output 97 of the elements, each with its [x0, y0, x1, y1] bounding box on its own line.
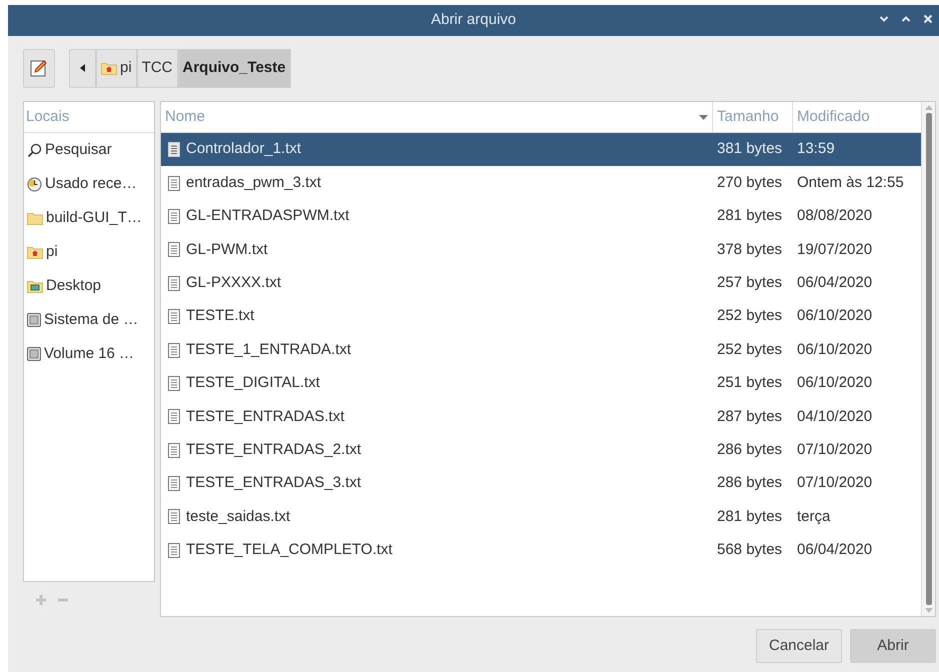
file-icon — [168, 542, 180, 558]
file-row[interactable]: TESTE.txt 252 bytes 06/10/2020 — [161, 300, 921, 334]
file-date: 07/10/2020 — [796, 440, 874, 460]
file-date: 08/08/2020 — [796, 206, 874, 226]
scroll-up-icon[interactable] — [924, 105, 932, 110]
sort-arrow-icon — [699, 114, 708, 120]
file-icon — [168, 242, 180, 258]
file-icon — [168, 309, 180, 324]
file-date: 06/04/2020 — [796, 273, 874, 293]
path-segment[interactable]: pi — [96, 48, 137, 88]
file-name: teste_saidas.txt — [186, 506, 290, 527]
file-name: TESTE_ENTRADAS_3.txt — [186, 473, 362, 494]
file-date: 19/07/2020 — [796, 240, 874, 260]
place-item[interactable]: build-GUI_T… — [24, 201, 154, 235]
edit-path-button[interactable] — [23, 48, 55, 88]
scrollbar[interactable] — [921, 102, 935, 616]
close-icon[interactable] — [923, 14, 933, 24]
file-row[interactable]: entradas_pwm_3.txt 270 bytes Ontem às 12:55 — [161, 166, 921, 200]
file-icon — [168, 476, 180, 492]
open-button[interactable]: Abrir — [850, 629, 936, 663]
left-arrow-icon — [80, 64, 85, 72]
scroll-down-icon[interactable] — [924, 608, 932, 613]
file-size: 286 bytes — [716, 473, 784, 494]
pencil-note-icon — [29, 58, 49, 78]
file-row[interactable]: TESTE_TELA_COMPLETO.txt 568 bytes 06/04/2020 — [161, 534, 921, 568]
file-name: TESTE_ENTRADAS_2.txt — [186, 440, 362, 460]
file-row[interactable]: TESTE_ENTRADAS_3.txt 286 bytes 07/10/2020 — [161, 466, 921, 500]
clock-icon — [27, 176, 42, 192]
file-row[interactable]: GL-PWM.txt 378 bytes 19/07/2020 — [161, 233, 921, 267]
file-name: GL-PWM.txt — [186, 240, 268, 260]
file-row[interactable]: teste_saidas.txt 281 bytes terça — [161, 500, 921, 534]
file-date: terça — [796, 506, 832, 527]
folder-icon — [27, 212, 43, 224]
file-row[interactable]: Controlador_1.txt 381 bytes 13:59 — [161, 133, 921, 166]
file-row[interactable]: GL-PXXXX.txt 257 bytes 06/04/2020 — [161, 266, 921, 300]
file-icon — [168, 142, 180, 158]
file-size: 381 bytes — [716, 139, 784, 160]
file-icon — [168, 176, 180, 191]
file-icon — [168, 208, 180, 224]
file-icon — [168, 509, 180, 524]
file-size: 252 bytes — [716, 306, 784, 326]
file-size: 281 bytes — [716, 206, 784, 226]
file-row[interactable]: TESTE_ENTRADAS_2.txt 286 bytes 07/10/2020 — [161, 434, 921, 467]
file-size: 281 bytes — [716, 506, 784, 527]
home-folder-icon — [101, 62, 117, 74]
file-date: Ontem às 12:55 — [796, 172, 905, 193]
file-name: Controlador_1.txt — [186, 139, 302, 160]
file-size: 251 bytes — [716, 373, 784, 394]
minimize-icon[interactable] — [879, 15, 889, 23]
file-name: TESTE.txt — [186, 306, 254, 326]
file-name: GL-PXXXX.txt — [186, 273, 282, 293]
column-header: Locais — [26, 106, 70, 127]
file-size: 378 bytes — [716, 240, 784, 260]
file-size: 568 bytes — [716, 540, 784, 560]
file-date: 13:59 — [796, 139, 836, 160]
place-item[interactable]: Sistema de … — [24, 303, 154, 337]
place-item[interactable]: Desktop — [24, 269, 154, 303]
file-size: 257 bytes — [716, 273, 784, 293]
place-item[interactable]: pi — [24, 235, 154, 269]
place-item[interactable]: Usado rece… — [24, 167, 154, 201]
place-item[interactable]: Volume 16 … — [24, 337, 154, 371]
file-date: 07/10/2020 — [796, 473, 874, 494]
path-segment[interactable]: Arquivo_Teste — [178, 48, 291, 88]
file-row[interactable]: TESTE_1_ENTRADA.txt 252 bytes 06/10/2020 — [161, 333, 921, 367]
file-name: TESTE_1_ENTRADA.txt — [186, 340, 352, 360]
file-date: 04/10/2020 — [796, 406, 874, 427]
desktop-folder-icon — [27, 280, 43, 292]
path-segment[interactable]: TCC — [136, 48, 178, 88]
file-date: 06/10/2020 — [796, 340, 874, 360]
file-row[interactable]: TESTE_ENTRADAS.txt 287 bytes 04/10/2020 — [161, 400, 921, 434]
file-name: TESTE_TELA_COMPLETO.txt — [186, 540, 392, 560]
file-size: 270 bytes — [716, 172, 784, 193]
search-icon — [27, 142, 42, 158]
file-name: TESTE_DIGITAL.txt — [186, 373, 320, 394]
file-date: 06/10/2020 — [796, 373, 874, 394]
home-folder-icon — [27, 246, 43, 258]
file-icon — [168, 376, 180, 391]
file-icon — [168, 442, 180, 458]
cancel-button[interactable]: Cancelar — [756, 629, 842, 663]
file-size: 286 bytes — [716, 440, 784, 460]
drive-icon — [27, 347, 41, 361]
file-date: 06/10/2020 — [796, 306, 874, 326]
place-item[interactable]: Pesquisar — [24, 133, 154, 167]
file-name: GL-ENTRADASPWM.txt — [186, 206, 350, 226]
file-icon — [168, 342, 180, 358]
file-row[interactable]: GL-ENTRADASPWM.txt 281 bytes 08/08/2020 — [161, 200, 921, 234]
file-size: 287 bytes — [716, 406, 784, 427]
window-title: Abrir arquivo — [430, 10, 516, 30]
drive-icon — [27, 313, 41, 327]
file-name: entradas_pwm_3.txt — [186, 172, 322, 193]
file-row[interactable]: TESTE_DIGITAL.txt 251 bytes 06/10/2020 — [161, 366, 921, 400]
file-name: TESTE_ENTRADAS.txt — [186, 406, 344, 427]
file-size: 252 bytes — [716, 340, 784, 360]
file-icon — [168, 409, 180, 424]
maximize-icon[interactable] — [901, 15, 911, 23]
file-date: 06/04/2020 — [796, 540, 874, 560]
file-icon — [168, 276, 180, 291]
